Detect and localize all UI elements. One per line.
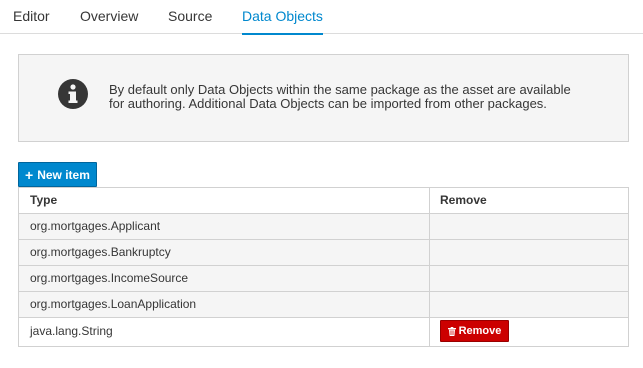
new-item-button[interactable]: + New item xyxy=(18,162,97,187)
remove-cell: Remove xyxy=(430,318,628,346)
type-cell: java.lang.String xyxy=(19,318,430,346)
info-message-line-2: for authoring. Additional Data Objects c… xyxy=(109,96,547,111)
data-objects-table: Type Remove org.mortgages.Applicant org.… xyxy=(18,187,629,347)
tab-overview[interactable]: Overview xyxy=(80,0,138,34)
remove-cell xyxy=(430,292,628,317)
type-cell: org.mortgages.LoanApplication xyxy=(19,292,430,317)
type-cell: org.mortgages.IncomeSource xyxy=(19,266,430,291)
type-cell: org.mortgages.Applicant xyxy=(19,214,430,239)
column-header-remove: Remove xyxy=(440,193,487,207)
remove-button[interactable]: Remove xyxy=(440,320,509,342)
table-row: org.mortgages.LoanApplication xyxy=(19,292,628,318)
table-row: org.mortgages.Bankruptcy xyxy=(19,240,628,266)
remove-cell xyxy=(430,214,628,239)
plus-icon: + xyxy=(25,166,34,183)
remove-button-label: Remove xyxy=(458,324,502,337)
table-row: java.lang.String Remove xyxy=(19,318,628,346)
column-header-type: Type xyxy=(19,188,430,213)
tab-data-objects[interactable]: Data Objects xyxy=(242,0,323,35)
tab-editor[interactable]: Editor xyxy=(13,0,50,34)
table-header: Type Remove xyxy=(19,188,628,214)
trash-icon xyxy=(447,326,456,336)
tab-bar: Editor Overview Source Data Objects xyxy=(0,0,643,35)
info-alert: By default only Data Objects within the … xyxy=(18,54,629,142)
new-item-label: New item xyxy=(37,167,90,182)
remove-cell xyxy=(430,240,628,265)
tab-source[interactable]: Source xyxy=(168,0,212,34)
remove-cell xyxy=(430,266,628,291)
info-circle-icon xyxy=(57,78,89,110)
table-row: org.mortgages.IncomeSource xyxy=(19,266,628,292)
type-cell: org.mortgages.Bankruptcy xyxy=(19,240,430,265)
info-message: By default only Data Objects within the … xyxy=(109,83,589,111)
table-row: org.mortgages.Applicant xyxy=(19,214,628,240)
info-message-line-1: By default only Data Objects within the … xyxy=(109,82,571,97)
